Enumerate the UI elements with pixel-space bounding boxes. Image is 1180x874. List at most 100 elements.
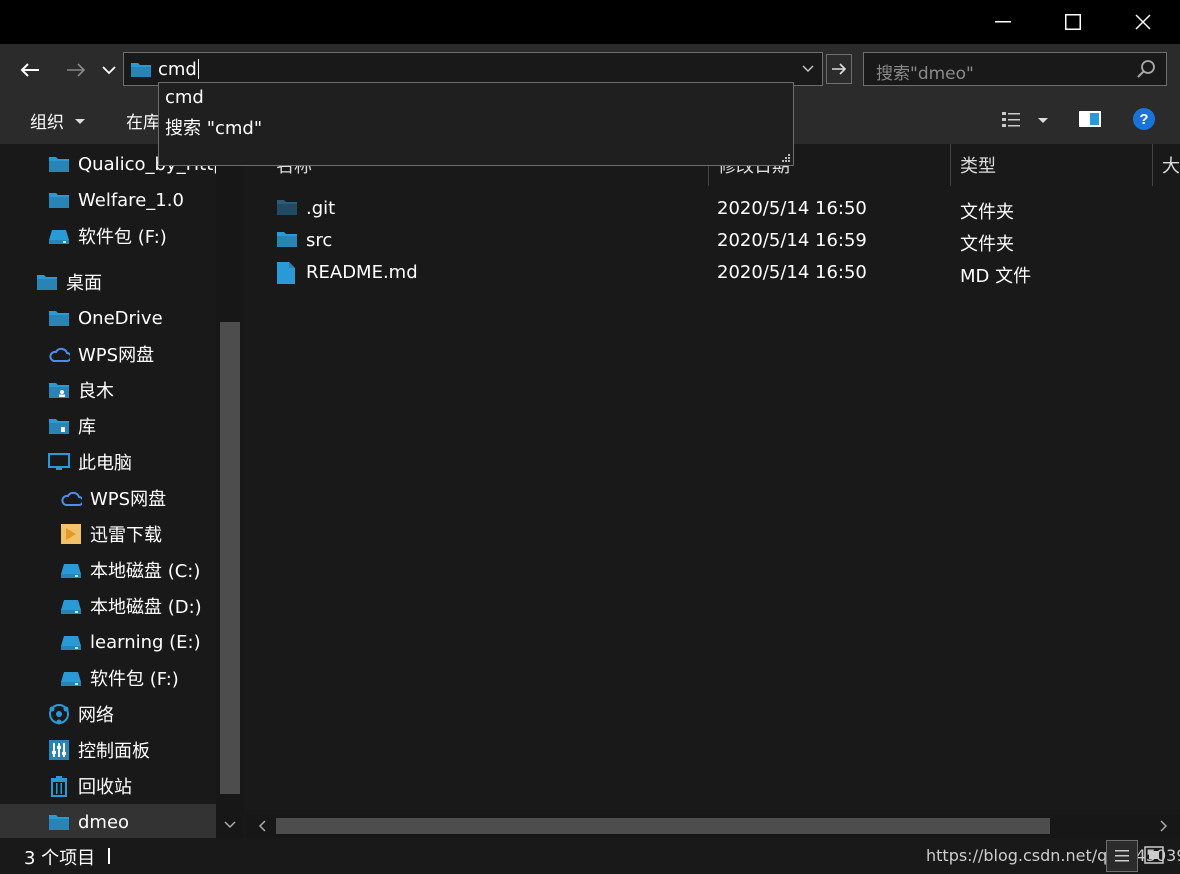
navigation-scrollbar-thumb[interactable] [220, 322, 240, 794]
sidebar-item[interactable]: 桌面 [36, 264, 102, 300]
file-icon [276, 261, 296, 290]
sidebar-item-label: 此电脑 [78, 453, 132, 474]
scroll-left-button[interactable] [250, 816, 274, 836]
sidebar-item[interactable]: 本地磁盘 (D:) [60, 588, 202, 624]
sidebar-item-label: 网络 [78, 705, 114, 726]
sidebar-item-label: WPS网盘 [90, 489, 167, 510]
sidebar-item[interactable]: 良木 [48, 372, 114, 408]
sidebar-item[interactable]: Welfare_1.0 [48, 182, 184, 218]
sidebar-item[interactable]: 库 [48, 408, 96, 444]
address-input[interactable]: cmd [123, 52, 823, 86]
sidebar-item[interactable]: WPS网盘 [60, 480, 166, 516]
sidebar-item-label: dmeo [78, 811, 130, 833]
cloud-icon [48, 343, 70, 365]
sidebar-item-label: learning (E:) [90, 631, 201, 653]
sidebar-item-label: 良木 [78, 381, 114, 402]
scroll-down-button[interactable] [216, 814, 244, 836]
sidebar-item-label: 库 [78, 417, 96, 438]
maximize-button[interactable] [1038, 0, 1108, 44]
forward-button[interactable] [60, 52, 92, 88]
chevron-down-icon [802, 65, 814, 72]
sidebar-item[interactable]: 此电脑 [48, 444, 132, 480]
horizontal-scrollbar[interactable] [246, 814, 1180, 838]
control-panel-icon [48, 739, 70, 761]
include-in-library-label: 在库 [126, 113, 160, 133]
help-button[interactable]: ? [1132, 107, 1156, 136]
folder-icon [276, 197, 298, 222]
sidebar-item-label: 软件包 (F:) [78, 227, 167, 248]
column-divider[interactable] [950, 144, 951, 186]
include-in-library-button[interactable]: 在库 [126, 108, 160, 133]
maximize-icon [1065, 14, 1081, 30]
autocomplete-item[interactable]: 搜索 "cmd" [165, 114, 262, 140]
file-modified: 2020/5/14 16:50 [717, 262, 867, 283]
computer-icon [48, 451, 70, 473]
sidebar-item[interactable]: dmeo [0, 804, 216, 838]
column-header-type[interactable]: 类型 [960, 144, 996, 186]
file-name: README.md [306, 262, 418, 283]
address-history-dropdown[interactable] [794, 53, 822, 85]
chevron-right-icon [1160, 820, 1168, 832]
back-button[interactable] [14, 52, 46, 88]
sidebar-item[interactable]: WPS网盘 [48, 336, 154, 372]
drive-icon [60, 595, 82, 617]
close-icon [1135, 14, 1151, 30]
sidebar-item[interactable]: 软件包 (F:) [60, 660, 179, 696]
sidebar-item[interactable]: 软件包 (F:) [48, 218, 167, 254]
details-view-icon [1115, 850, 1129, 862]
autocomplete-item[interactable]: cmd [165, 87, 204, 108]
sidebar-item-label: 回收站 [78, 777, 132, 798]
cloud-icon [60, 487, 82, 509]
close-button[interactable] [1108, 0, 1178, 44]
resize-grip-icon[interactable] [781, 153, 791, 163]
details-view-toggle[interactable] [1106, 840, 1138, 872]
sidebar-item[interactable]: 控制面板 [48, 732, 150, 768]
sidebar-item[interactable]: 迅雷下载 [60, 516, 162, 552]
folder-icon [36, 271, 58, 293]
caret-down-icon [1038, 118, 1048, 123]
column-type-label: 类型 [960, 156, 996, 177]
column-header-size[interactable]: 大 [1162, 144, 1180, 186]
large-icons-view-toggle[interactable] [1144, 846, 1166, 866]
svg-text:?: ? [1139, 111, 1148, 128]
sidebar-item-label: WPS网盘 [78, 345, 155, 366]
sidebar-item-label: Welfare_1.0 [78, 189, 184, 211]
file-name: .git [306, 198, 336, 219]
preview-pane-icon [1079, 111, 1101, 127]
column-size-label: 大 [1162, 156, 1180, 177]
folder-icon [276, 229, 298, 254]
minimize-button[interactable] [968, 0, 1038, 44]
search-input[interactable]: 搜索"dmeo" [863, 52, 1167, 86]
sidebar-item-label: 软件包 (F:) [90, 669, 179, 690]
chevron-down-icon [102, 66, 116, 75]
address-value: cmd [158, 59, 197, 80]
view-options-button[interactable] [1000, 108, 1050, 132]
recent-locations-button[interactable] [98, 52, 120, 88]
navigation-pane: Qualico_by_Http Welfare_1.0 软件包 (F:) 桌面 OneD… [0, 144, 244, 838]
sidebar-item[interactable]: 本地磁盘 (C:) [60, 552, 200, 588]
sidebar-item-label: 本地磁盘 (C:) [90, 561, 201, 582]
minimize-icon [995, 21, 1011, 23]
organize-button[interactable]: 组织 [30, 108, 86, 133]
column-divider[interactable] [1152, 144, 1153, 186]
file-row[interactable]: src 2020/5/14 16:59 文件夹 [246, 226, 1180, 258]
drive-icon [60, 559, 82, 581]
file-row[interactable]: .git 2020/5/14 16:50 文件夹 [246, 194, 1180, 226]
sidebar-item[interactable]: 网络 [48, 696, 114, 732]
scroll-right-button[interactable] [1152, 816, 1176, 836]
item-count: 3 个项目 [24, 848, 96, 869]
go-button[interactable] [826, 54, 852, 84]
horizontal-scrollbar-thumb[interactable] [276, 818, 1050, 834]
sidebar-item[interactable]: learning (E:) [60, 624, 201, 660]
watermark-text: https://blog.csdn.net/qq_44503987 [926, 846, 1180, 865]
file-row[interactable]: README.md 2020/5/14 16:50 MD 文件 [246, 258, 1180, 290]
drive-icon [60, 667, 82, 689]
text-caret [197, 59, 199, 79]
sidebar-item[interactable]: OneDrive [48, 300, 163, 336]
preview-pane-button[interactable] [1078, 110, 1102, 133]
sidebar-item[interactable]: 回收站 [48, 768, 132, 804]
caret-down-icon [75, 119, 86, 124]
folder-icon [131, 63, 151, 77]
recycle-bin-icon [48, 775, 70, 797]
file-type: MD 文件 [960, 266, 1032, 287]
